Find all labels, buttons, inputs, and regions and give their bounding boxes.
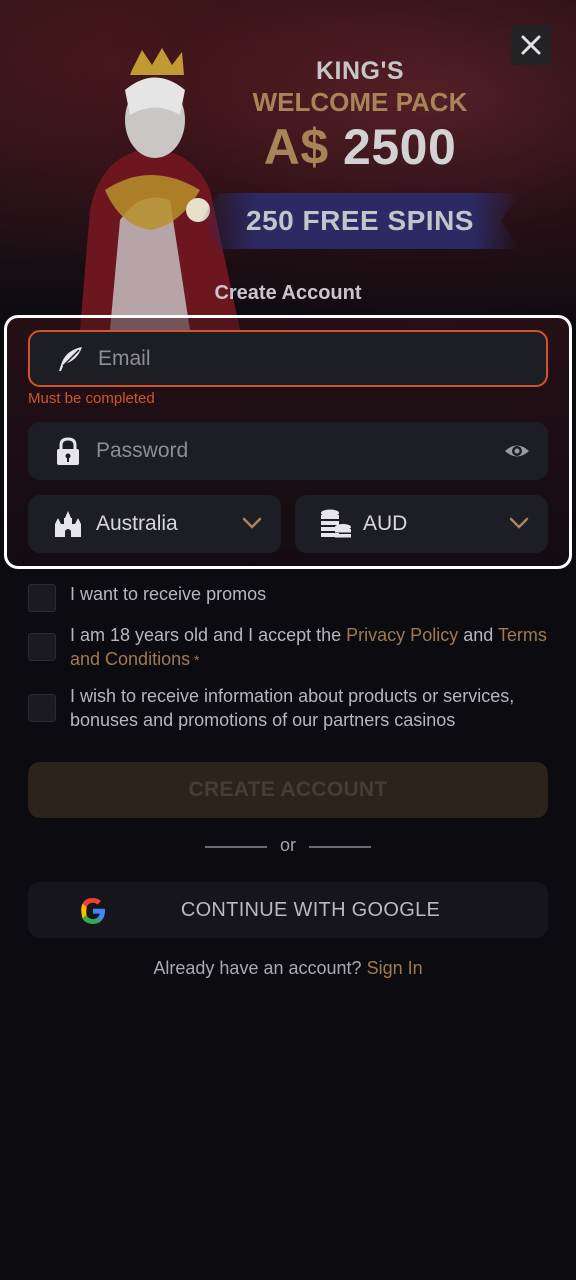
email-field[interactable]: Email (28, 330, 548, 387)
free-spins-ribbon: 250 FREE SPINS (200, 193, 520, 249)
promo-banner: KING'S WELCOME PACK A$ 2500 250 FREE SPI… (0, 0, 576, 330)
close-button[interactable] (511, 25, 551, 65)
eye-icon[interactable] (504, 439, 530, 463)
and-text: and (458, 625, 498, 645)
email-placeholder: Email (98, 346, 151, 370)
password-field[interactable]: Password (28, 422, 548, 480)
age-terms-consent-row: I am 18 years old and I accept the Priva… (28, 623, 548, 672)
form-title: Create Account (214, 282, 362, 304)
required-marker: * (190, 652, 200, 668)
lock-icon (48, 431, 88, 471)
castle-icon (48, 504, 88, 544)
chevron-down-icon (509, 517, 529, 529)
currency-value: AUD (363, 512, 408, 535)
age-terms-label: I am 18 years old and I accept the Priva… (70, 623, 548, 672)
continue-with-google-button[interactable]: CONTINUE WITH GOOGLE (28, 882, 548, 938)
create-account-button[interactable]: CREATE ACCOUNT (28, 762, 548, 818)
free-spins-label: 250 FREE SPINS (246, 205, 474, 236)
or-text: or (279, 835, 296, 855)
email-error-message: Must be completed (28, 390, 155, 407)
promo-currency: A$ (263, 119, 329, 175)
sign-in-link[interactable]: Sign In (367, 958, 423, 978)
partners-checkbox[interactable] (28, 694, 56, 722)
promo-amount: A$ 2500 (240, 118, 480, 176)
promos-consent-row: I want to receive promos (28, 582, 548, 612)
country-select[interactable]: Australia (28, 495, 281, 553)
promos-checkbox[interactable] (28, 584, 56, 612)
sign-in-row: Already have an account? Sign In (0, 958, 576, 979)
age-terms-checkbox[interactable] (28, 633, 56, 661)
promo-line-welcome-pack: WELCOME PACK (252, 87, 468, 117)
promo-line-kings: KING'S (315, 57, 405, 85)
google-button-label: CONTINUE WITH GOOGLE (180, 898, 441, 921)
welcome-pack-promo: KING'S WELCOME PACK A$ 2500 (240, 56, 480, 176)
partners-label: I wish to receive information about prod… (70, 686, 515, 730)
or-divider: or (0, 835, 576, 859)
chevron-down-icon (242, 517, 262, 529)
feather-icon (50, 339, 90, 379)
password-placeholder: Password (96, 439, 189, 462)
currency-select[interactable]: AUD (295, 495, 548, 553)
partners-consent-row: I wish to receive information about prod… (28, 684, 548, 732)
coins-icon (315, 504, 355, 544)
promos-label: I want to receive promos (70, 584, 267, 604)
country-value: Australia (96, 512, 178, 535)
age-terms-text: I am 18 years old and I accept the (70, 625, 347, 645)
close-icon (521, 35, 541, 55)
divider-line (309, 846, 371, 848)
have-account-text: Already have an account? (153, 958, 362, 978)
promo-amount-value: 2500 (343, 119, 457, 175)
privacy-policy-link[interactable]: Privacy Policy (346, 625, 458, 645)
